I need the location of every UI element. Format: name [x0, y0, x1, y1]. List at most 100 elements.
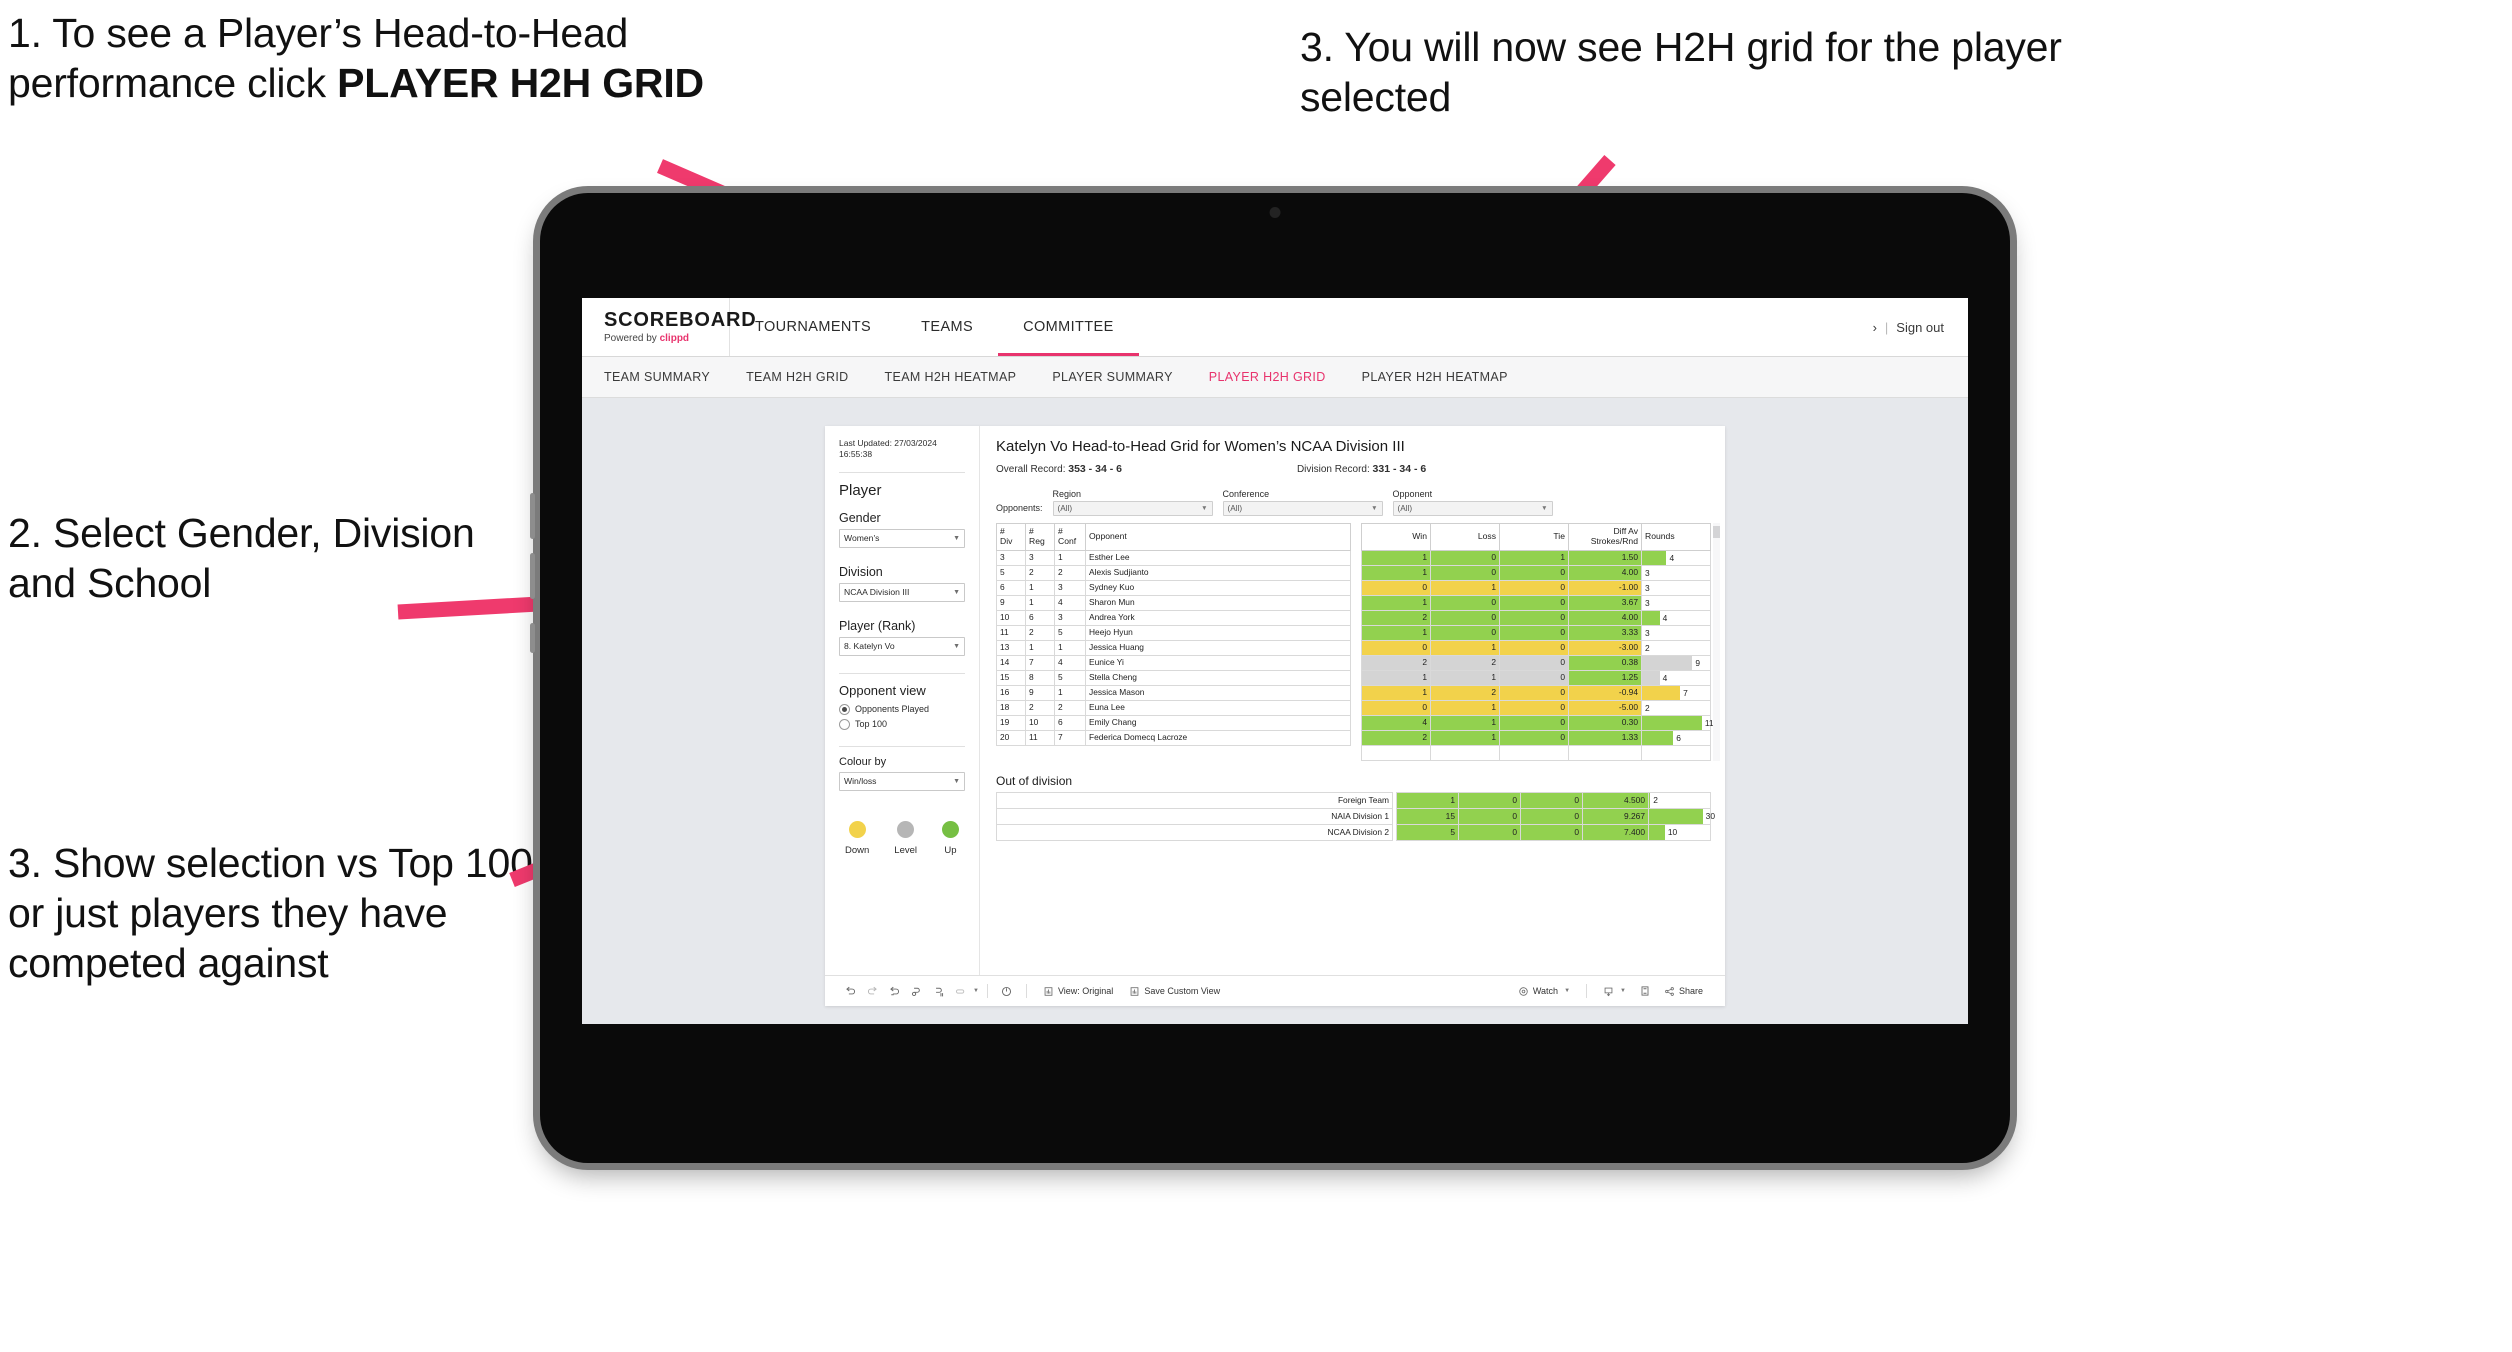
cell-win: 1: [1361, 564, 1431, 581]
col-header-tie[interactable]: Tie: [1499, 523, 1569, 551]
dashboard-body: Last Updated: 27/03/2024 16:55:38 Player…: [825, 426, 1725, 975]
watch-button[interactable]: Watch ▼: [1510, 986, 1578, 997]
sidebar-divider-2: [839, 672, 965, 674]
redo-icon[interactable]: [861, 980, 883, 1002]
conference-filter-select[interactable]: (All) ▼: [1222, 501, 1383, 516]
radio-top-100-label: Top 100: [855, 719, 888, 730]
col-conf-line2: Conf: [1058, 535, 1077, 546]
table-row[interactable]: 18 2 2 Euna Lee 0 1 0 -5.00 2: [996, 699, 1711, 716]
cell-loss: 2: [1430, 654, 1500, 671]
player-rank-value: 8. Katelyn Vo: [844, 641, 895, 652]
colour-by-select[interactable]: Win/loss ▼: [839, 771, 965, 791]
table-row[interactable]: 6 1 3 Sydney Kuo 0 1 0 -1.00 3: [996, 579, 1711, 596]
col-diff-line1: Diff Av: [1613, 526, 1638, 536]
pan-icon[interactable]: [949, 980, 971, 1002]
refresh-data-icon[interactable]: [905, 980, 927, 1002]
table-row[interactable]: NCAA Division 2 5 0 0 7.400 10: [996, 823, 1711, 841]
col-header-conf[interactable]: # Conf: [1054, 523, 1086, 551]
col-gap: [1350, 523, 1362, 551]
sidebar-heading-player: Player: [839, 481, 882, 499]
h2h-table-wrapper: # Div # Reg # Conf Opponent Win Loss Tie D: [996, 523, 1720, 761]
col-header-opponent[interactable]: Opponent: [1085, 523, 1351, 551]
table-row[interactable]: 10 6 3 Andrea York 2 0 0 4.00 4: [996, 609, 1711, 626]
table-row[interactable]: 9 1 4 Sharon Mun 1 0 0 3.67 3: [996, 594, 1711, 611]
volume-button-down[interactable]: [530, 553, 535, 599]
view-original-button[interactable]: View: Original: [1035, 986, 1121, 997]
download-button[interactable]: ▼: [1595, 986, 1634, 997]
col-header-loss[interactable]: Loss: [1430, 523, 1500, 551]
cell-reg: 10: [1025, 714, 1055, 731]
opponent-filter-label: Opponent: [1392, 489, 1433, 499]
rounds-value: 11: [1704, 717, 1714, 728]
player-rank-select[interactable]: 8. Katelyn Vo ▼: [839, 636, 965, 656]
opponent-filter-value: (All): [1397, 504, 1413, 513]
cell-rounds: 7: [1641, 684, 1711, 701]
opponent-filter-select[interactable]: (All) ▼: [1392, 501, 1553, 516]
cell-reg: 7: [1025, 654, 1055, 671]
undo-icon[interactable]: [839, 980, 861, 1002]
gender-select[interactable]: Women's ▼: [839, 528, 965, 548]
nav-item-committee[interactable]: COMMITTEE: [998, 298, 1139, 356]
col-header-rounds[interactable]: Rounds: [1641, 523, 1711, 551]
table-vertical-scrollbar[interactable]: [1713, 523, 1720, 761]
region-filter-select[interactable]: (All) ▼: [1052, 501, 1213, 516]
annotation-step-3: 3. Show selection vs Top 100 or just pla…: [8, 840, 533, 987]
share-button[interactable]: Share: [1656, 986, 1711, 997]
tab-player-h2h-heatmap[interactable]: PLAYER H2H HEATMAP: [1344, 370, 1526, 384]
tab-team-summary[interactable]: TEAM SUMMARY: [604, 370, 728, 384]
tab-team-h2h-grid[interactable]: TEAM H2H GRID: [728, 370, 866, 384]
table-row[interactable]: 3 3 1 Esther Lee 1 0 1 1.50 4: [996, 549, 1711, 566]
nav-item-teams[interactable]: TEAMS: [896, 298, 998, 356]
rounds-value: 3: [1645, 597, 1650, 608]
sign-out-link[interactable]: Sign out: [1896, 320, 1944, 335]
annotation-step-1-bold: PLAYER H2H GRID: [337, 60, 704, 107]
rounds-bar: [1642, 685, 1681, 700]
col-header-win[interactable]: Win: [1361, 523, 1431, 551]
cell-win: 0: [1361, 699, 1431, 716]
table-row[interactable]: 13 1 1 Jessica Huang 0 1 0 -3.00 2: [996, 639, 1711, 656]
division-select[interactable]: NCAA Division III ▼: [839, 582, 965, 602]
table-row[interactable]: 20 11 7 Federica Domecq Lacroze 2 1 0 1.33 6: [996, 729, 1711, 746]
scrollbar-thumb[interactable]: [1713, 526, 1720, 538]
cell-gap: [1350, 730, 1362, 746]
app-logo[interactable]: SCOREBOARD Powered by clippd: [582, 298, 756, 356]
col-header-div[interactable]: # Div: [996, 523, 1026, 551]
cell-tie: 0: [1499, 564, 1569, 581]
radio-opponents-played[interactable]: Opponents Played: [839, 703, 965, 715]
col-reg-line2: Reg: [1029, 535, 1045, 546]
cell-diff: 4.00: [1568, 609, 1642, 626]
tab-player-h2h-grid[interactable]: PLAYER H2H GRID: [1191, 370, 1344, 384]
table-row[interactable]: 5 2 2 Alexis Sudjianto 1 0 0 4.00 3: [996, 564, 1711, 581]
filter-sidebar: Last Updated: 27/03/2024 16:55:38 Player…: [825, 426, 980, 975]
table-row[interactable]: 14 7 4 Eunice Yi 2 2 0 0.38 9: [996, 654, 1711, 671]
pause-updates-icon[interactable]: [927, 980, 949, 1002]
table-row[interactable]: NAIA Division 1 15 0 0 9.267 30: [996, 807, 1715, 825]
rounds-value: 4: [1662, 612, 1668, 623]
cell-reg: 6: [1025, 609, 1055, 626]
cell-diff: 4.00: [1568, 564, 1642, 581]
table-row[interactable]: 15 8 5 Stella Cheng 1 1 0 1.25 4: [996, 669, 1711, 686]
tab-player-summary[interactable]: PLAYER SUMMARY: [1034, 370, 1190, 384]
rounds-bar: [1642, 730, 1674, 745]
save-custom-view-button[interactable]: Save Custom View: [1121, 986, 1228, 997]
nav-item-tournaments[interactable]: TOURNAMENTS: [730, 298, 896, 356]
cell-loss: 1: [1430, 699, 1500, 716]
pause-auto-update-icon[interactable]: [996, 980, 1018, 1002]
table-row[interactable]: 16 9 1 Jessica Mason 1 2 0 -0.94 7: [996, 684, 1711, 701]
chevron-down-icon: ▼: [1620, 988, 1626, 994]
side-button[interactable]: [530, 623, 535, 653]
col-header-diff[interactable]: Diff Av Strokes/Rnd: [1568, 523, 1642, 551]
revert-icon[interactable]: [883, 980, 905, 1002]
radio-top-100[interactable]: Top 100: [839, 718, 965, 730]
fullscreen-icon[interactable]: [1634, 980, 1656, 1002]
chevron-down-icon[interactable]: ▼: [973, 988, 979, 994]
volume-button-up[interactable]: [530, 493, 535, 539]
col-header-reg[interactable]: # Reg: [1025, 523, 1055, 551]
chevron-right-icon[interactable]: ›: [1873, 320, 1877, 335]
table-row[interactable]: Foreign Team 1 0 0 4.500 2: [996, 791, 1711, 809]
cell-opponent: Federica Domecq Lacroze: [1085, 729, 1351, 746]
table-row[interactable]: 19 10 6 Emily Chang 4 1 0 0.30 11: [996, 714, 1714, 731]
table-row[interactable]: 11 2 5 Heejo Hyun 1 0 0 3.33 3: [996, 624, 1711, 641]
tab-team-h2h-heatmap[interactable]: TEAM H2H HEATMAP: [867, 370, 1035, 384]
chevron-down-icon: ▼: [953, 777, 960, 785]
